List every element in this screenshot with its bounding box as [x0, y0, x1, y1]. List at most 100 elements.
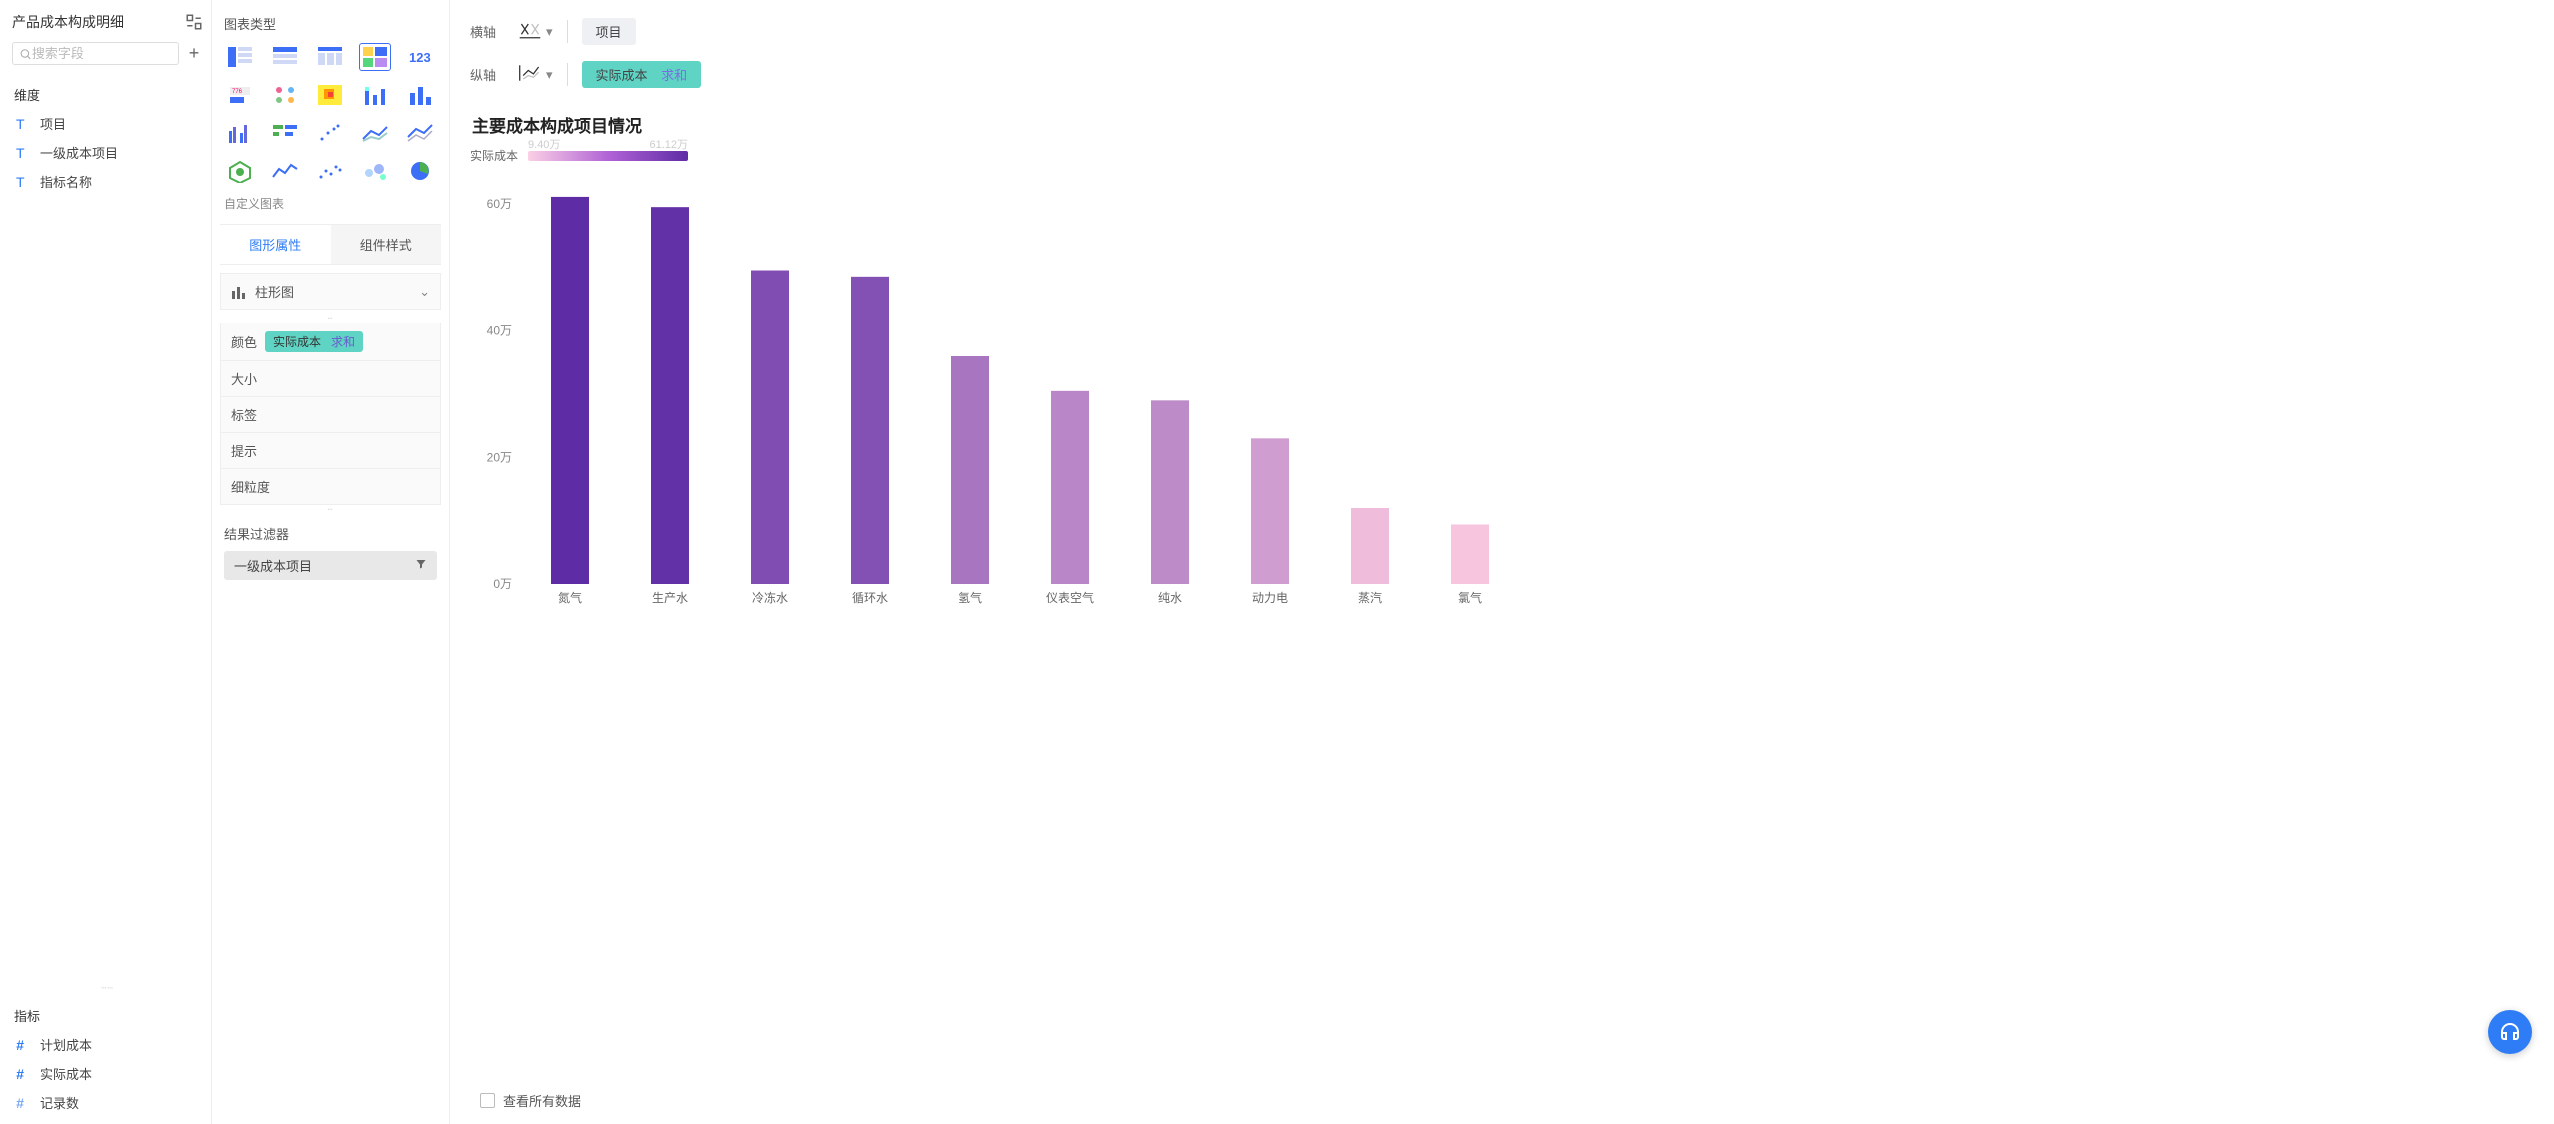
- chart-area: 0万 20万 40万 60万氮气 生产水 冷冻水 循环水 氢气 仪表空气 纯水 动力电 蒸汽 氯气: [470, 194, 2534, 1081]
- chevron-down-icon[interactable]: ▾: [546, 67, 553, 83]
- x-axis-icon[interactable]: [518, 20, 542, 43]
- dataset-switch-icon[interactable]: [185, 13, 203, 31]
- chart-types-label: 图表类型: [224, 14, 437, 33]
- filter-chip[interactable]: 一级成本项目: [224, 551, 437, 580]
- chart-type-bar[interactable]: [404, 81, 436, 109]
- svg-text:冷冻水: 冷冻水: [752, 590, 788, 605]
- svg-text:仪表空气: 仪表空气: [1046, 590, 1094, 605]
- view-all-checkbox[interactable]: [480, 1093, 495, 1108]
- chart-type-bubble[interactable]: [359, 157, 391, 185]
- chevron-down-icon: ⌄: [419, 284, 430, 300]
- search-field-box[interactable]: [12, 42, 179, 65]
- property-tooltip[interactable]: 提示: [220, 433, 441, 469]
- bar-chart-svg: 0万 20万 40万 60万氮气 生产水 冷冻水 循环水 氢气 仪表空气 纯水 动力电 蒸汽 氯气: [470, 194, 2534, 614]
- view-all-data-row[interactable]: 查看所有数据: [470, 1081, 2534, 1124]
- svg-text:动力电: 动力电: [1252, 591, 1288, 605]
- tab-component-style[interactable]: 组件样式: [331, 225, 442, 264]
- panel-resize-handle[interactable]: ┄┄: [12, 983, 203, 994]
- chart-type-multi-line[interactable]: [359, 119, 391, 147]
- chart-type-color-table[interactable]: [359, 43, 391, 71]
- svg-text:60万: 60万: [487, 197, 512, 211]
- add-field-button[interactable]: +: [185, 43, 203, 64]
- svg-text:776: 776: [232, 89, 243, 95]
- svg-text:氢气: 氢气: [958, 590, 982, 605]
- chart-type-scatter[interactable]: [314, 119, 346, 147]
- chart-type-stacked-bar[interactable]: [359, 81, 391, 109]
- svg-text:40万: 40万: [487, 324, 512, 338]
- svg-text:0万: 0万: [493, 577, 512, 591]
- dimension-item[interactable]: T一级成本项目: [16, 143, 203, 162]
- svg-text:氮气: 氮气: [558, 590, 582, 605]
- config-panel: 图表类型 123 776 自定义图表 图形属性 组件样式 柱形图: [212, 0, 450, 1124]
- dimension-item[interactable]: T项目: [16, 114, 203, 133]
- svg-text:20万: 20万: [487, 450, 512, 464]
- chart-type-group-table[interactable]: [224, 43, 256, 71]
- tab-graphic-properties[interactable]: 图形属性: [220, 225, 331, 264]
- chart-kind-select[interactable]: 柱形图 ⌄: [220, 273, 441, 310]
- number-type-icon: #: [16, 1037, 32, 1053]
- chart-type-line[interactable]: [269, 157, 301, 185]
- chevron-down-icon[interactable]: ▾: [546, 24, 553, 40]
- svg-text:循环水: 循环水: [852, 591, 888, 605]
- text-type-icon: T: [16, 174, 32, 190]
- y-axis-config: 纵轴 ▾ 实际成本 求和: [470, 53, 2534, 96]
- chart-type-gauge[interactable]: 776: [224, 81, 256, 109]
- chart-type-detail-table[interactable]: [314, 43, 346, 71]
- svg-text:氯气: 氯气: [1458, 590, 1482, 605]
- dimension-item[interactable]: T指标名称: [16, 172, 203, 191]
- result-filter-label: 结果过滤器: [224, 524, 437, 543]
- number-type-icon: #: [16, 1066, 32, 1082]
- fields-sidebar: 产品成本构成明细 + 维度 T项目 T一级成本项目 T指标名称 ┄┄ 指标 #计…: [0, 0, 212, 1124]
- svg-text:蒸汽: 蒸汽: [1358, 590, 1382, 605]
- row-resize-handle[interactable]: ┄: [220, 505, 441, 514]
- metric-item[interactable]: #记录数: [16, 1093, 203, 1112]
- metrics-label: 指标: [14, 1006, 203, 1025]
- chart-type-grid: 123 776: [220, 43, 441, 191]
- chart-type-multi-bar[interactable]: [224, 119, 256, 147]
- chart-type-heatmap[interactable]: [314, 81, 346, 109]
- property-color[interactable]: 颜色 实际成本 求和: [220, 323, 441, 361]
- metric-item[interactable]: #计划成本: [16, 1035, 203, 1054]
- text-type-icon: T: [16, 145, 32, 161]
- funnel-icon: [415, 558, 427, 573]
- metrics-list: #计划成本 #实际成本 #记录数: [12, 1035, 203, 1112]
- chart-type-range-line[interactable]: [404, 119, 436, 147]
- dimensions-list: T项目 T一级成本项目 T指标名称: [12, 114, 203, 191]
- property-granularity[interactable]: 细粒度: [220, 469, 441, 505]
- color-field-pill[interactable]: 实际成本 求和: [265, 331, 363, 352]
- search-input[interactable]: [32, 46, 172, 61]
- svg-text:123: 123: [409, 50, 431, 65]
- row-resize-handle[interactable]: ┄: [220, 314, 441, 323]
- custom-chart-label: 自定义图表: [224, 195, 437, 212]
- dataset-title: 产品成本构成明细: [12, 12, 124, 32]
- text-type-icon: T: [16, 116, 32, 132]
- chart-type-diverging-bar[interactable]: [269, 119, 301, 147]
- chart-type-dots[interactable]: [314, 157, 346, 185]
- main-canvas: 横轴 ▾ 项目 纵轴 ▾ 实际成本 求和 主要成本构成项目情况 实际成本 9.4…: [450, 0, 2554, 1124]
- chart-type-pie[interactable]: [404, 157, 436, 185]
- headset-icon: [2498, 1020, 2522, 1044]
- dimensions-label: 维度: [14, 85, 203, 104]
- chart-type-cross-table[interactable]: [269, 43, 301, 71]
- property-tabs: 图形属性 组件样式: [220, 224, 441, 265]
- property-label[interactable]: 标签: [220, 397, 441, 433]
- gradient-bar: 9.40万 61.12万: [528, 151, 688, 161]
- y-axis-field-chip[interactable]: 实际成本 求和: [582, 61, 702, 88]
- count-type-icon: #: [16, 1095, 32, 1111]
- help-fab[interactable]: [2488, 1010, 2532, 1054]
- chart-type-bubble-list[interactable]: [269, 81, 301, 109]
- chart-type-custom[interactable]: [224, 157, 256, 185]
- property-size[interactable]: 大小: [220, 361, 441, 397]
- bar-chart-icon: [231, 285, 247, 299]
- x-axis-config: 横轴 ▾ 项目: [470, 10, 2534, 53]
- chart-title: 主要成本构成项目情况: [472, 112, 2534, 137]
- legend-name: 实际成本: [470, 147, 518, 164]
- svg-text:生产水: 生产水: [652, 591, 688, 605]
- search-icon: [19, 47, 32, 61]
- chart-type-kpi[interactable]: 123: [404, 43, 436, 71]
- y-axis-icon[interactable]: [518, 63, 542, 86]
- x-axis-field-chip[interactable]: 项目: [582, 18, 636, 45]
- color-legend: 实际成本 9.40万 61.12万: [470, 147, 2534, 164]
- svg-text:纯水: 纯水: [1158, 591, 1182, 605]
- metric-item[interactable]: #实际成本: [16, 1064, 203, 1083]
